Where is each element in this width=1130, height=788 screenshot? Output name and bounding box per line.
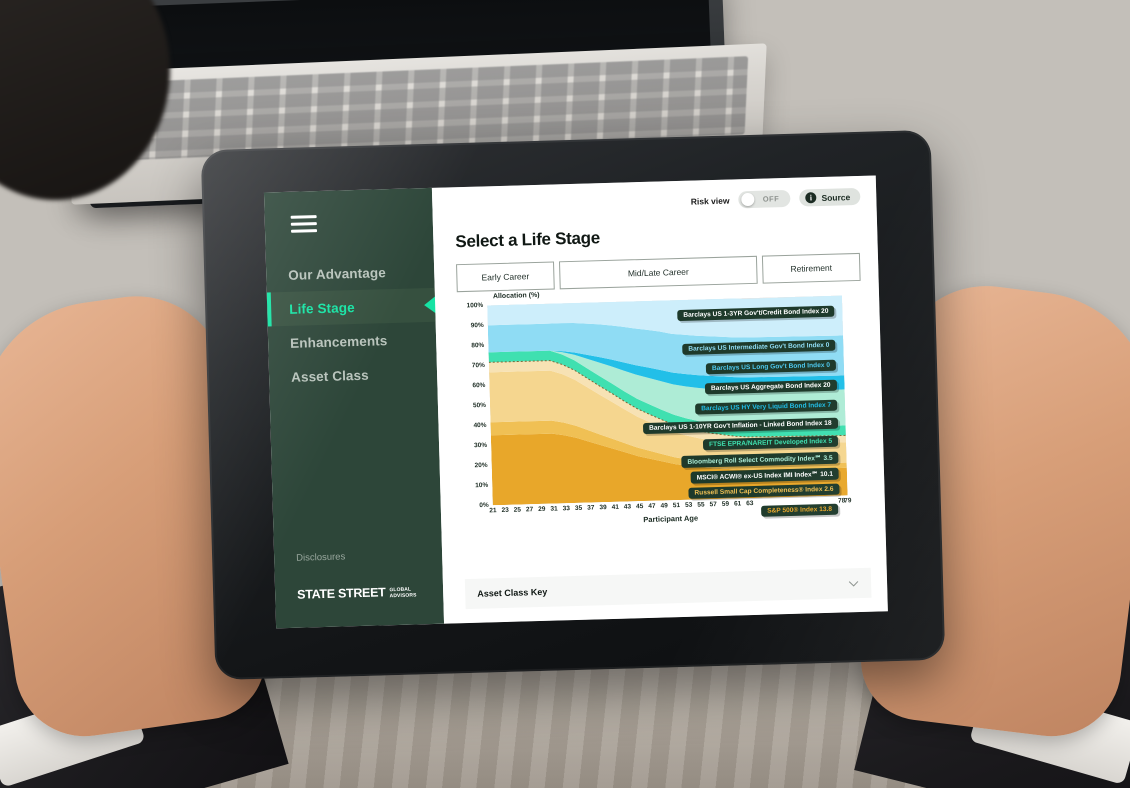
hamburger-icon[interactable] <box>290 215 318 234</box>
x-axis-tick: 49 <box>660 502 668 510</box>
tablet-screen: Our Advantage Life Stage Enhancements As… <box>263 175 888 629</box>
x-axis-tick: 51 <box>672 502 681 510</box>
sidebar: Our Advantage Life Stage Enhancements As… <box>263 187 445 629</box>
logo-secondary-text: GLOBAL ADVISORS <box>389 587 417 600</box>
callout-series-name: Barclays US Long Gov't Bond Index <box>711 361 827 373</box>
y-axis-tick: 40% <box>473 421 487 430</box>
sidebar-item-label: Life Stage <box>288 299 355 317</box>
callout-series-value: 3.5 <box>823 454 833 463</box>
x-axis-tick: 79 <box>844 497 852 505</box>
x-axis-tick: 59 <box>721 500 730 508</box>
main-panel: Risk view OFF i Source Select a Life Sta… <box>431 175 888 624</box>
tab-early-career[interactable]: Early Career <box>456 261 555 293</box>
sidebar-item-enhancements[interactable]: Enhancements <box>268 322 437 361</box>
x-axis-tick: 39 <box>599 504 607 512</box>
callout-series-value: 18 <box>824 419 832 427</box>
chart-y-axis: 0% 10% 20% 30% 40% 50% 60% 70% 80% 90% 100% <box>457 301 489 510</box>
source-button-label: Source <box>821 191 851 203</box>
sidebar-nav: Our Advantage Life Stage Enhancements As… <box>266 254 438 395</box>
callout-series-name: Barclays US Intermediate Gov't Bond Inde… <box>688 341 826 353</box>
callout-series-name: Barclays US Aggregate Bond Index <box>710 382 824 393</box>
x-axis-tick: 27 <box>525 506 534 514</box>
sidebar-item-our-advantage[interactable]: Our Advantage <box>266 254 435 293</box>
y-axis-tick: 90% <box>470 321 484 330</box>
x-axis-tick: 55 <box>697 501 705 509</box>
callout-series-value: 2.6 <box>824 485 834 494</box>
x-axis-tick: 43 <box>623 503 632 511</box>
info-icon: i <box>805 192 817 204</box>
callout-series-name: Bloomberg Roll Select Commodity Index℠ <box>687 455 824 466</box>
y-axis-tick: 60% <box>472 381 486 390</box>
chart-y-axis-title: Allocation (%) <box>492 291 540 301</box>
toggle-knob <box>741 192 755 207</box>
x-axis-tick: 33 <box>562 505 571 513</box>
tab-mid-late-career[interactable]: Mid/Late Career <box>558 255 758 290</box>
callout-series-value: 10.1 <box>820 470 834 479</box>
logo-primary-text: STATE STREET <box>296 585 386 602</box>
toggle-state-label: OFF <box>762 194 780 204</box>
x-axis-tick: 37 <box>587 504 595 512</box>
callout-series-value: 5 <box>828 437 833 445</box>
y-axis-tick: 100% <box>466 301 484 310</box>
y-axis-tick: 10% <box>475 481 489 490</box>
y-axis-tick: 0% <box>479 501 489 510</box>
sidebar-item-asset-class[interactable]: Asset Class <box>269 356 438 395</box>
page-title: Select a Life Stage <box>455 228 601 252</box>
tab-retirement[interactable]: Retirement <box>761 252 861 284</box>
y-axis-tick: 30% <box>473 441 488 450</box>
callout-series-name: S&P 500® Index <box>767 506 820 515</box>
life-stage-tabs: Early Career Mid/Late Career Retirement <box>456 252 861 293</box>
callout-series-name: FTSE EPRA/NAREIT Developed Index <box>708 437 829 449</box>
chart-callout[interactable]: S&P 500® Index 13.8 <box>761 503 839 517</box>
callout-series-name: Barclays US HY Very Liquid Bond Index <box>701 401 828 413</box>
x-axis-tick: 63 <box>746 499 754 508</box>
x-axis-tick: 47 <box>648 502 656 510</box>
callout-series-value: 13.8 <box>819 505 833 514</box>
ssga-logo: STATE STREET GLOBAL ADVISORS <box>297 584 417 601</box>
x-axis-tick: 53 <box>684 501 693 509</box>
x-axis-tick: 41 <box>611 503 619 511</box>
x-axis-tick: 23 <box>501 506 509 515</box>
y-axis-tick: 70% <box>471 361 485 370</box>
source-button[interactable]: i Source <box>799 187 861 207</box>
x-axis-tick: 31 <box>550 505 558 513</box>
y-axis-tick: 50% <box>472 401 487 410</box>
glidepath-chart: Allocation (%) 0% 10% 20% 30% 40% 50% 60% 70% 80… <box>457 291 858 536</box>
tablet-device: Our Advantage Life Stage Enhancements As… <box>200 129 946 681</box>
sidebar-item-label: Our Advantage <box>288 264 387 283</box>
callout-series-name: MSCI® ACWI® ex-US Index IMI Index℠ <box>696 471 821 482</box>
disclosures-link[interactable]: Disclosures <box>296 551 345 563</box>
callout-series-name: Russell Small Cap Completeness® Index <box>694 486 825 497</box>
callout-series-value: 0 <box>826 361 831 369</box>
risk-view-toggle[interactable]: OFF <box>738 189 791 209</box>
y-axis-tick: 20% <box>474 461 488 470</box>
callout-series-value: 0 <box>825 341 830 349</box>
logo-sub-line-2: ADVISORS <box>389 592 417 599</box>
callout-series-name: Barclays US 1-3YR Gov't/Credit Bond Inde… <box>683 308 822 319</box>
x-axis-tick: 45 <box>636 503 644 511</box>
callout-series-value: 20 <box>823 381 831 390</box>
x-axis-tick: 21 <box>489 507 497 515</box>
app-root: Our Advantage Life Stage Enhancements As… <box>263 175 888 629</box>
callout-series-value: 7 <box>827 401 832 409</box>
accordion-label: Asset Class Key <box>477 586 548 599</box>
sidebar-item-label: Enhancements <box>289 332 388 351</box>
callout-series-value: 20 <box>821 307 829 316</box>
x-axis-tick: 61 <box>733 500 742 508</box>
asset-class-key-accordion[interactable]: Asset Class Key <box>464 567 872 610</box>
y-axis-tick: 80% <box>471 341 485 350</box>
x-axis-tick: 25 <box>513 506 522 514</box>
x-axis-tick: 29 <box>538 505 546 514</box>
risk-view-label: Risk view <box>690 195 730 207</box>
x-axis-tick: 57 <box>709 501 717 509</box>
chevron-down-icon <box>848 580 859 587</box>
sidebar-item-label: Asset Class <box>290 367 369 385</box>
x-axis-tick: 35 <box>574 504 583 512</box>
sidebar-item-life-stage[interactable]: Life Stage <box>266 287 436 327</box>
topbar: Risk view OFF i Source <box>432 175 877 216</box>
photo-scene: Our Advantage Life Stage Enhancements As… <box>0 0 1130 788</box>
